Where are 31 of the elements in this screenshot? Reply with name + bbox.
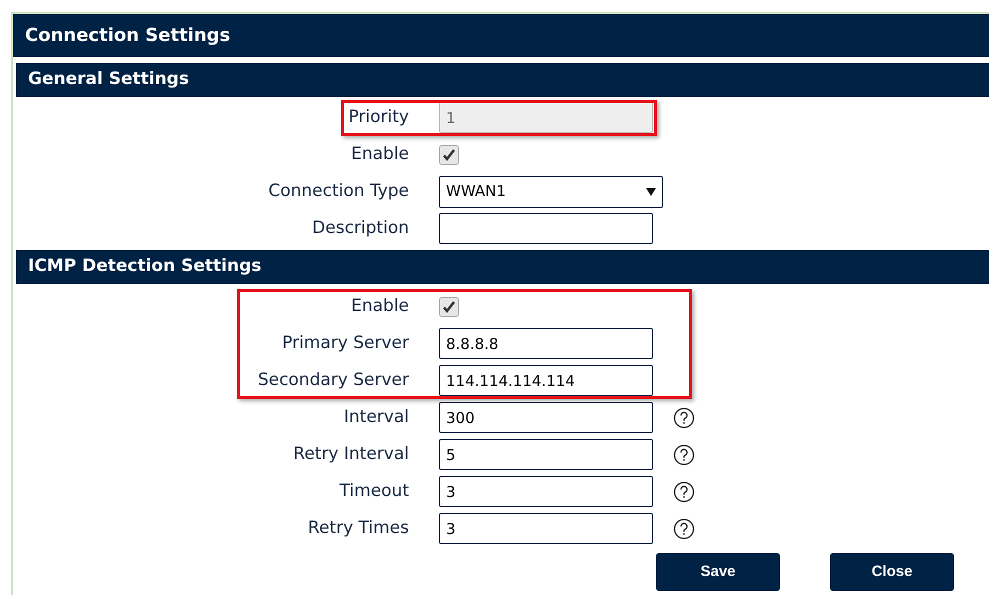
field-label: Enable [351,294,409,318]
input-field[interactable]: 3 [439,513,653,544]
field-label: Enable [351,142,409,166]
field-label: Primary Server [282,332,409,355]
help-icon[interactable] [673,406,695,428]
section-title: General Settings [28,68,189,92]
input-field[interactable]: 5 [439,439,653,470]
help-icon[interactable] [673,480,695,502]
close-button[interactable]: Close [830,553,954,591]
page-title: Connection Settings [25,24,230,48]
field-label: Interval [344,406,409,429]
field-label: Secondary Server [258,368,409,392]
help-icon[interactable] [673,518,695,540]
checkbox[interactable] [439,144,459,164]
input-field[interactable]: 3 [439,476,653,507]
checkbox[interactable] [439,296,459,316]
help-icon[interactable] [673,444,695,466]
input-field[interactable] [439,213,653,244]
save-button[interactable]: Save [656,553,780,591]
field-label: Description [312,216,409,240]
field-label: Retry Interval [293,442,409,466]
section-title: ICMP Detection Settings [28,255,262,278]
field-label: Retry Times [308,516,409,540]
input-field[interactable]: 114.114.114.114 [439,365,653,396]
field-label: Connection Type [268,180,409,203]
caret-icon [646,188,656,196]
input-field[interactable]: 300 [439,402,653,433]
input-field[interactable]: 8.8.8.8 [439,328,653,359]
field-label: Timeout [340,480,409,503]
field-label: Priority [348,106,409,129]
connection-type-select[interactable]: WWAN1 [439,176,663,208]
